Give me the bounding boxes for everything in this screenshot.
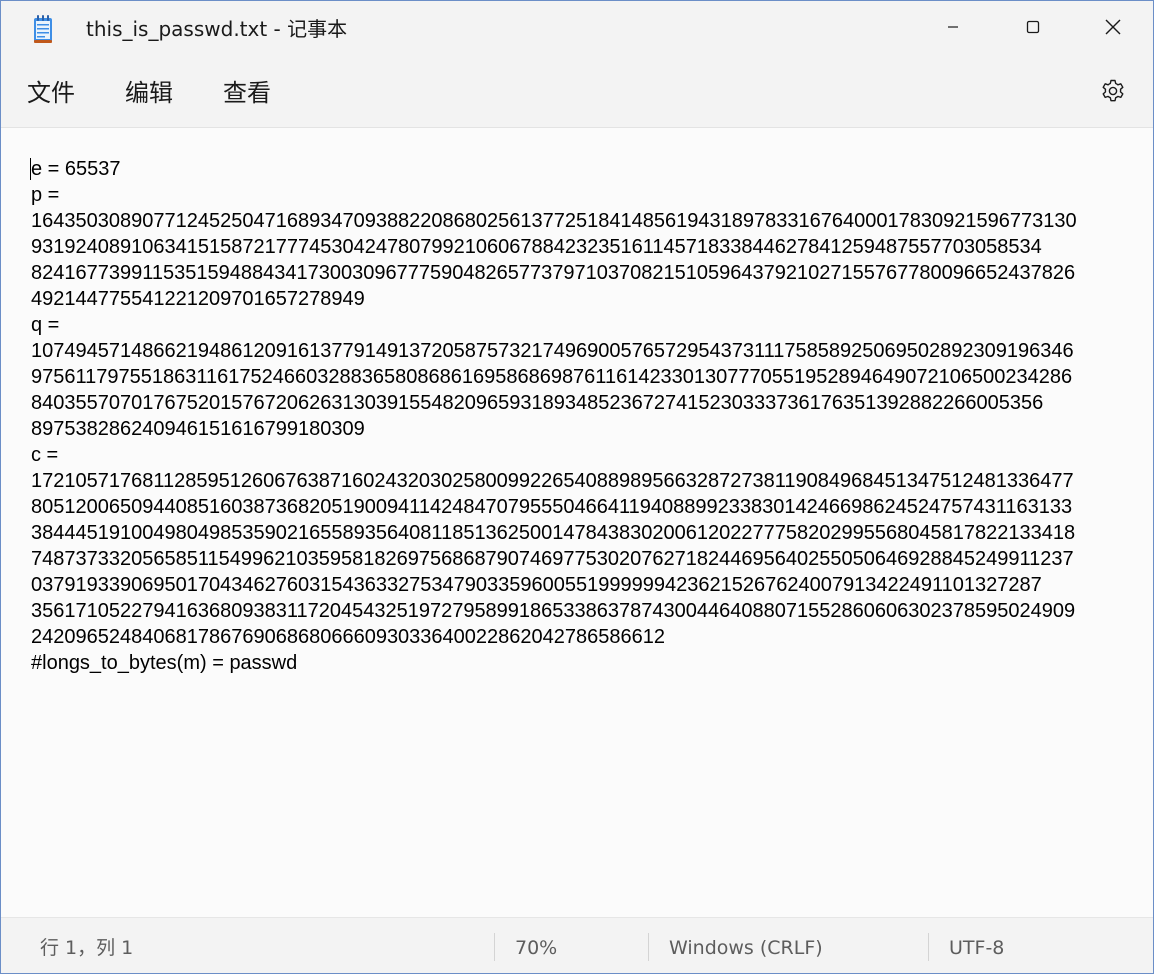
minimize-icon (945, 19, 961, 39)
encoding[interactable]: UTF-8 (949, 936, 1004, 960)
text-line: 3844451910049804985359021655893564081185… (31, 522, 1076, 544)
menu-view[interactable]: 查看 (223, 77, 271, 109)
cursor-position: 行 1，列 1 (40, 937, 134, 959)
settings-button[interactable] (1095, 75, 1131, 111)
status-divider (648, 933, 649, 961)
text-editor[interactable]: e = 65537 p = 1643503089077124525047168934… (1, 128, 1153, 917)
text-line: 9319240891063415158721777453042478079921… (31, 236, 1042, 258)
text-line: 8403557070176752015767206263130391554820… (31, 392, 1044, 414)
menu-file[interactable]: 文件 (27, 77, 75, 109)
text-line: q = (31, 314, 60, 336)
text-line: 1721057176811285951260676387160243203025… (31, 470, 1074, 492)
text-line: 8051200650944085160387368205190094114248… (31, 496, 1073, 518)
text-line: 7487373320565851154996210359581826975686… (31, 548, 1074, 570)
gear-icon (1100, 78, 1126, 108)
document-text[interactable]: e = 65537 p = 1643503089077124525047168934… (31, 156, 1149, 676)
close-icon (1104, 18, 1122, 40)
text-line: 1643503089077124525047168934709388220868… (31, 210, 1077, 232)
window-title: this_is_passwd.txt - 记事本 (86, 17, 348, 41)
status-divider (494, 933, 495, 961)
text-line: 897538286240946151616799180309 (31, 418, 365, 440)
maximize-icon (1025, 19, 1041, 39)
menu-edit[interactable]: 编辑 (125, 77, 173, 109)
text-line: 0379193390695017043462760315436332753479… (31, 574, 1042, 596)
text-line: c = (31, 444, 59, 466)
text-line: 492144775541221209701657278949 (31, 288, 365, 310)
text-line: 3561710522794163680938311720454325197279… (31, 600, 1076, 622)
line-ending[interactable]: Windows (CRLF) (669, 936, 823, 960)
status-bar: 行 1，列 1 70% Windows (CRLF) UTF-8 (1, 917, 1153, 973)
minimize-button[interactable] (913, 1, 993, 57)
text-line: 2420965248406817867690686806660930336400… (31, 626, 666, 648)
notepad-window: this_is_passwd.txt - 记事本 文件 编辑 查看 e = 65… (0, 0, 1154, 974)
title-bar[interactable]: this_is_passwd.txt - 记事本 (1, 1, 1153, 57)
status-divider (928, 933, 929, 961)
close-button[interactable] (1073, 1, 1153, 57)
menu-bar: 文件 编辑 查看 (1, 57, 1153, 128)
text-line: #longs_to_bytes(m) = passwd (31, 652, 298, 674)
text-line: 9756117975518631161752466032883658086861… (31, 366, 1073, 388)
text-line: e = 65537 (31, 158, 121, 180)
maximize-button[interactable] (993, 1, 1073, 57)
text-line: 1074945714866219486120916137791491372058… (31, 340, 1074, 362)
text-line: p = (31, 184, 60, 206)
notepad-icon (33, 14, 53, 44)
text-line: 8241677399115351594884341730030967775904… (31, 262, 1076, 284)
zoom-level[interactable]: 70% (515, 936, 557, 960)
